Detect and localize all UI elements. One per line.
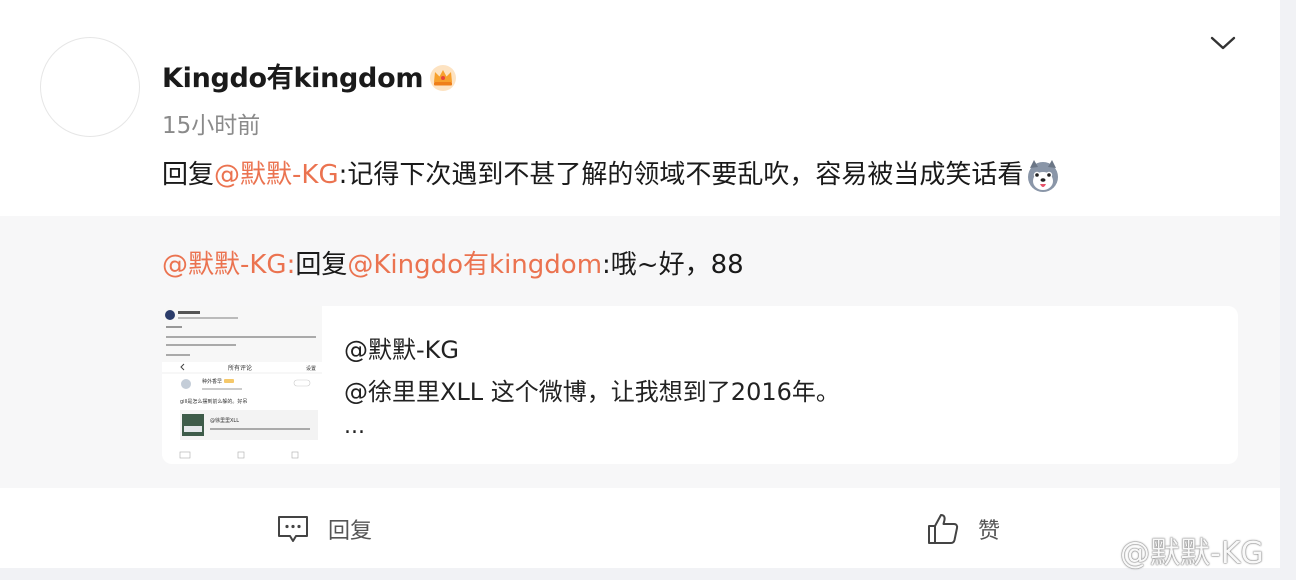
chevron-down-icon[interactable] [1208, 30, 1238, 56]
avatar[interactable] [40, 37, 140, 137]
reply-label: 回复 [328, 519, 373, 544]
comment-text: 回复@默默-KG:记得下次遇到不甚了解的领域不要乱吹，容易被当成笑话看 [162, 154, 1061, 194]
comment-icon [278, 516, 308, 542]
quoted-author-link[interactable]: @默默-KG: [162, 250, 295, 280]
reply-button[interactable]: 回复 [276, 512, 372, 546]
thumb-header: 所有评论 [228, 364, 252, 372]
like-label: 赞 [978, 519, 1001, 544]
quoted-body: :哦~好，88 [602, 250, 744, 280]
comment-header: Kingdo有kingdom 15小时前 回复@默默-KG:记得下次遇到不甚了解… [0, 0, 1280, 216]
thumb-settings: 设置 [306, 365, 316, 372]
crown-icon [430, 65, 456, 91]
husky-emoji-icon [1028, 159, 1059, 192]
quoted-reply-word: 回复 [295, 250, 348, 280]
watermark-text: @默默-KG [1120, 536, 1264, 571]
username[interactable]: Kingdo有kingdom [162, 56, 423, 95]
thumb-quote-user: @徐里里XLL [210, 417, 239, 424]
quoted-target-link[interactable]: @Kingdo有kingdom [347, 250, 602, 280]
weibo-logo-icon [1071, 536, 1112, 568]
embedded-post-card[interactable]: 所有评论 设置 种外香早 gill是怎么摆到前么躲的。好吊 @徐里里XLL @默… [162, 306, 1238, 464]
thumbs-up-icon [928, 514, 959, 544]
thumb-commenter: 种外香早 [202, 378, 222, 385]
embedded-text: @徐里里XLL 这个微博，让我想到了2016年。 [344, 378, 840, 406]
timestamp: 15小时前 [162, 113, 261, 139]
weibo-comment-card: Kingdo有kingdom 15小时前 回复@默默-KG:记得下次遇到不甚了解… [0, 0, 1280, 568]
thumb-comment: gill是怎么摆到前么躲的。好吊 [180, 398, 247, 405]
quoted-reply-text: @默默-KG:回复@Kingdo有kingdom:哦~好，88 [162, 244, 744, 281]
watermark: @默默-KG [1070, 528, 1264, 572]
quoted-reply: @默默-KG:回复@Kingdo有kingdom:哦~好，88 所有评论 设置 … [0, 216, 1280, 488]
embedded-author[interactable]: @默默-KG [344, 330, 459, 365]
embedded-ellipsis: ... [344, 414, 365, 439]
mention-link[interactable]: @默默-KG [214, 160, 339, 190]
like-button[interactable]: 赞 [926, 512, 1000, 546]
comment-body: :记得下次遇到不甚了解的领域不要乱吹，容易被当成笑话看 [338, 160, 1024, 190]
embedded-thumbnail[interactable]: 所有评论 设置 种外香早 gill是怎么摆到前么躲的。好吊 @徐里里XLL [162, 306, 322, 464]
reply-prefix: 回复 [162, 160, 215, 190]
scrollbar[interactable] [1280, 0, 1296, 580]
